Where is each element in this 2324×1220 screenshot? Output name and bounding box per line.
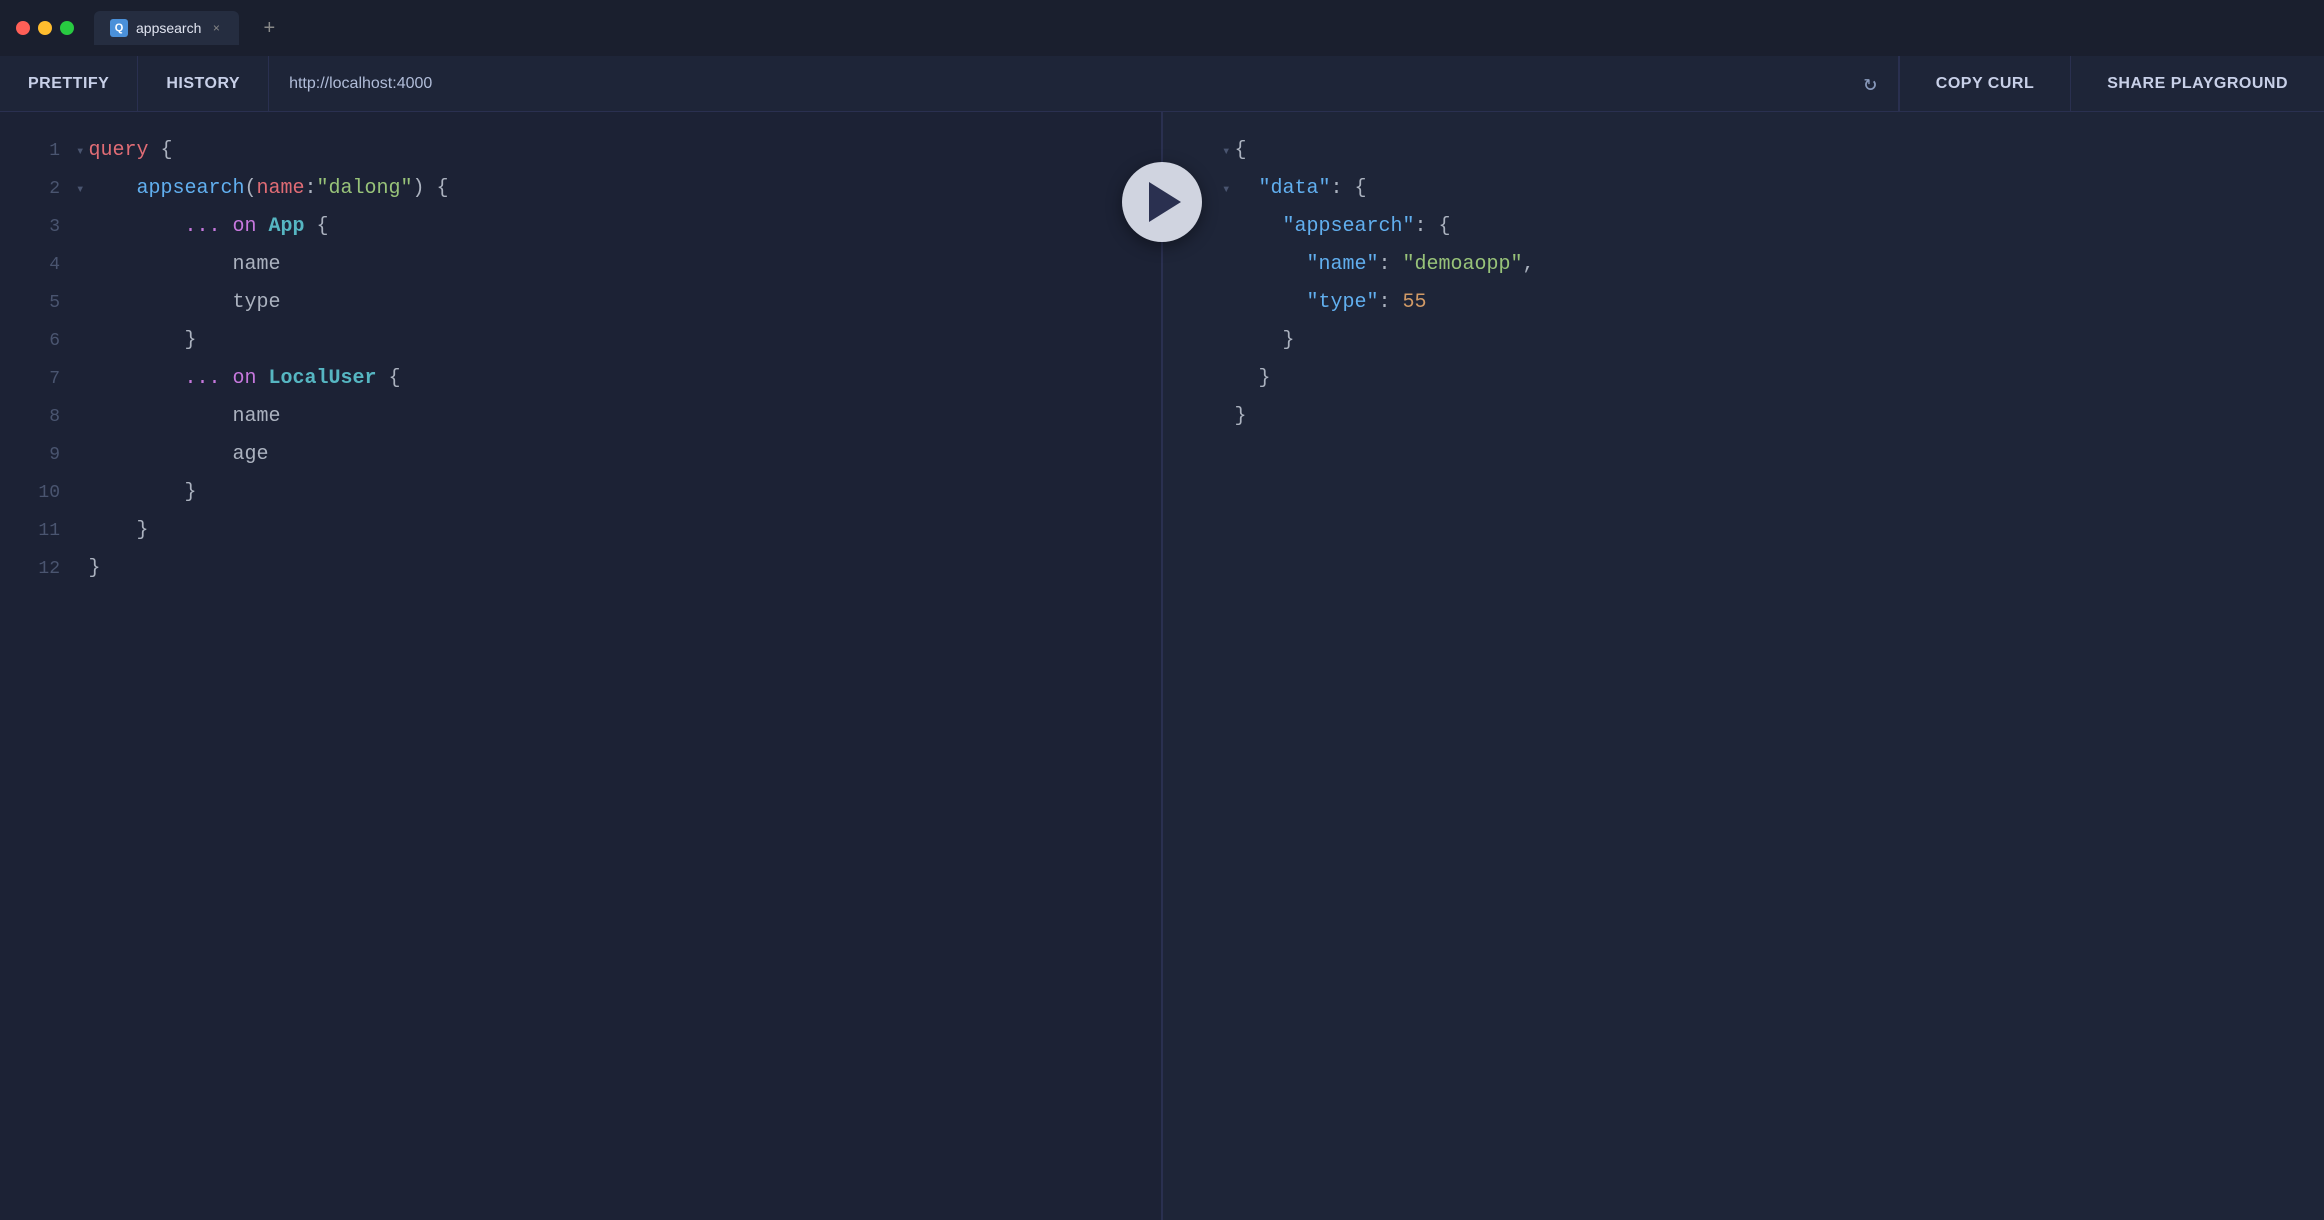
code-content-1: query { xyxy=(88,132,172,170)
code-content-6: } xyxy=(88,322,196,360)
titlebar: Q appsearch × + xyxy=(0,0,2324,56)
response-content-2: "data": { xyxy=(1234,170,1366,208)
play-icon xyxy=(1149,182,1181,222)
url-input[interactable] xyxy=(269,56,1843,112)
response-content-5: "type": 55 xyxy=(1234,284,1426,322)
code-content-5: type xyxy=(88,284,280,322)
response-line-4: ▾ "name": "demoaopp", xyxy=(1162,246,2324,284)
code-content-9: age xyxy=(88,436,268,474)
line-number-2: 2 xyxy=(20,179,60,199)
response-content-1: { xyxy=(1234,132,1246,170)
code-line-5: 5 ▾ type xyxy=(0,284,1162,322)
code-content-8: name xyxy=(88,398,280,436)
share-playground-button[interactable]: SHARE PLAYGROUND xyxy=(2070,56,2324,112)
response-content-4: "name": "demoaopp", xyxy=(1234,246,1534,284)
line-number-3: 3 xyxy=(20,217,60,237)
line-number-7: 7 xyxy=(20,369,60,389)
code-line-2: 2 ▾ appsearch(name:"dalong") { xyxy=(0,170,1162,208)
main-content: 1 ▾ query { 2 ▾ appsearch(name:"dalong")… xyxy=(0,112,2324,1220)
response-line-3: ▾ "appsearch": { xyxy=(1162,208,2324,246)
response-line-7: ▾ } xyxy=(1162,360,2324,398)
code-line-10: 10 ▾ } xyxy=(0,474,1162,512)
code-content-3: ... on App { xyxy=(88,208,328,246)
response-line-5: ▾ "type": 55 xyxy=(1162,284,2324,322)
code-line-8: 8 ▾ name xyxy=(0,398,1162,436)
tab-icon: Q xyxy=(110,19,128,37)
line-number-5: 5 xyxy=(20,293,60,313)
collapse-arrow-2[interactable]: ▾ xyxy=(76,181,84,198)
traffic-lights xyxy=(16,21,74,35)
toolbar: PRETTIFY HISTORY ↻ COPY CURL SHARE PLAYG… xyxy=(0,56,2324,112)
code-line-12: 12 ▾ } xyxy=(0,550,1162,588)
code-line-4: 4 ▾ name xyxy=(0,246,1162,284)
code-content-4: name xyxy=(88,246,280,284)
code-line-11: 11 ▾ } xyxy=(0,512,1162,550)
code-line-1: 1 ▾ query { xyxy=(0,132,1162,170)
line-number-1: 1 xyxy=(20,141,60,161)
response-collapse-2[interactable]: ▾ xyxy=(1222,181,1230,198)
code-content-11: } xyxy=(88,512,148,550)
panel-divider xyxy=(1161,112,1163,1220)
collapse-arrow-1[interactable]: ▾ xyxy=(76,143,84,160)
run-query-button[interactable] xyxy=(1122,162,1202,242)
code-content-10: } xyxy=(88,474,196,512)
response-collapse-1[interactable]: ▾ xyxy=(1222,143,1230,160)
response-line-8: ▾ } xyxy=(1162,398,2324,436)
line-number-8: 8 xyxy=(20,407,60,427)
code-line-7: 7 ▾ ... on LocalUser { xyxy=(0,360,1162,398)
line-number-12: 12 xyxy=(20,559,60,579)
editor-panel: 1 ▾ query { 2 ▾ appsearch(name:"dalong")… xyxy=(0,112,1162,1220)
refresh-button[interactable]: ↻ xyxy=(1843,56,1899,112)
response-line-2: ▾ "data": { xyxy=(1162,170,2324,208)
code-content-2: appsearch(name:"dalong") { xyxy=(88,170,448,208)
code-line-3: 3 ▾ ... on App { xyxy=(0,208,1162,246)
tab-label: appsearch xyxy=(136,20,201,36)
response-line-1: ▾ { xyxy=(1162,132,2324,170)
minimize-traffic-light[interactable] xyxy=(38,21,52,35)
response-content-7: } xyxy=(1234,360,1270,398)
close-traffic-light[interactable] xyxy=(16,21,30,35)
history-button[interactable]: HISTORY xyxy=(138,56,269,112)
response-content-8: } xyxy=(1234,398,1246,436)
line-number-6: 6 xyxy=(20,331,60,351)
prettify-button[interactable]: PRETTIFY xyxy=(0,56,138,112)
response-content-6: } xyxy=(1234,322,1294,360)
new-tab-button[interactable]: + xyxy=(255,14,283,42)
maximize-traffic-light[interactable] xyxy=(60,21,74,35)
response-line-6: ▾ } xyxy=(1162,322,2324,360)
tab-close-button[interactable]: × xyxy=(209,21,223,35)
line-number-4: 4 xyxy=(20,255,60,275)
code-content-12: } xyxy=(88,550,100,588)
response-panel: ▾ { ▾ "data": { ▾ "appsearch": { ▾ "name… xyxy=(1162,112,2324,1220)
play-button-container xyxy=(1122,162,1202,242)
response-content-3: "appsearch": { xyxy=(1234,208,1450,246)
code-line-6: 6 ▾ } xyxy=(0,322,1162,360)
line-number-9: 9 xyxy=(20,445,60,465)
copy-curl-button[interactable]: COPY CURL xyxy=(1899,56,2070,112)
line-number-11: 11 xyxy=(20,521,60,541)
line-number-10: 10 xyxy=(20,483,60,503)
code-content-7: ... on LocalUser { xyxy=(88,360,400,398)
code-line-9: 9 ▾ age xyxy=(0,436,1162,474)
active-tab[interactable]: Q appsearch × xyxy=(94,11,239,45)
